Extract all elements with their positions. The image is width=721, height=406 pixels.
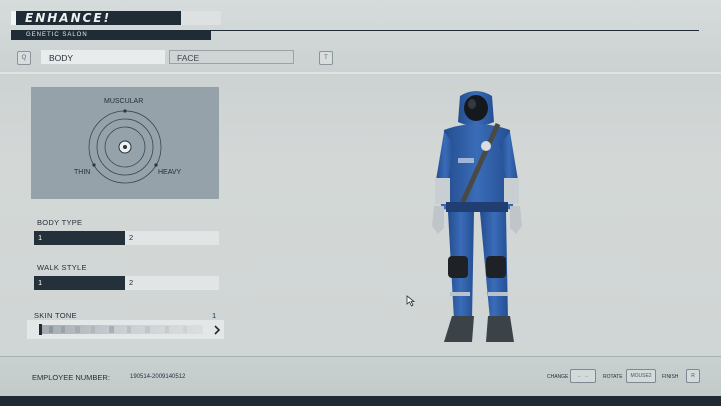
skin-tone-label: SKIN TONE: [34, 311, 77, 320]
character-model[interactable]: [414, 88, 544, 348]
rotate-hint-label: ROTATE: [603, 374, 623, 380]
content-divider: [0, 72, 721, 74]
logo-text: ENHANCE!: [25, 11, 112, 25]
heavy-label: HEAVY: [158, 169, 182, 176]
employee-number-label: EMPLOYEE NUMBER:: [32, 373, 110, 382]
change-key[interactable]: ← →: [570, 369, 596, 383]
walk-style-option-1[interactable]: [34, 276, 125, 290]
walk-style-value-2[interactable]: 2: [129, 276, 133, 290]
body-type-value-2[interactable]: 2: [129, 231, 133, 245]
chevron-right-icon[interactable]: [213, 325, 221, 335]
tab-body[interactable]: BODY: [41, 50, 165, 64]
body-type-option-1[interactable]: [34, 231, 125, 245]
muscular-label: MUSCULAR: [104, 98, 144, 105]
prev-tab-key[interactable]: Q: [17, 51, 31, 65]
thin-label: THIN: [74, 169, 91, 176]
logo-extension: [181, 11, 221, 25]
rotate-key[interactable]: MOUSE2: [626, 369, 656, 383]
walk-style-label: WALK STYLE: [37, 263, 87, 272]
skin-tone-swatches: [39, 324, 203, 335]
skin-tone-slider[interactable]: [27, 320, 224, 339]
employee-number-value: 190514-2009140512: [130, 374, 186, 380]
bottom-bar: [0, 396, 721, 406]
body-type-value-1: 1: [38, 233, 43, 242]
body-type-label: BODY TYPE: [37, 218, 83, 227]
mouse-cursor-icon: [406, 295, 416, 307]
finish-key[interactable]: R: [686, 369, 700, 383]
next-tab-key[interactable]: T: [319, 51, 333, 65]
page-subtitle: GENETIC SALON: [26, 32, 88, 38]
logo: ENHANCE!: [11, 11, 181, 25]
finish-hint-label: FINISH: [662, 374, 679, 380]
body-shape-panel[interactable]: MUSCULAR THIN HEAVY: [31, 87, 219, 199]
skin-tone-value: 1: [212, 311, 217, 320]
logo-stripe: [11, 11, 16, 25]
tab-face[interactable]: FACE: [169, 50, 294, 64]
walk-style-selector[interactable]: 1 2: [34, 276, 219, 290]
footer: EMPLOYEE NUMBER: 190514-2009140512 CHANG…: [0, 356, 721, 397]
change-hint-label: CHANGE: [547, 374, 569, 380]
body-type-selector[interactable]: 1 2: [34, 231, 219, 245]
walk-style-value-1: 1: [38, 278, 43, 287]
header: ENHANCE! GENETIC SALON Q BODY FACE T: [0, 0, 721, 72]
